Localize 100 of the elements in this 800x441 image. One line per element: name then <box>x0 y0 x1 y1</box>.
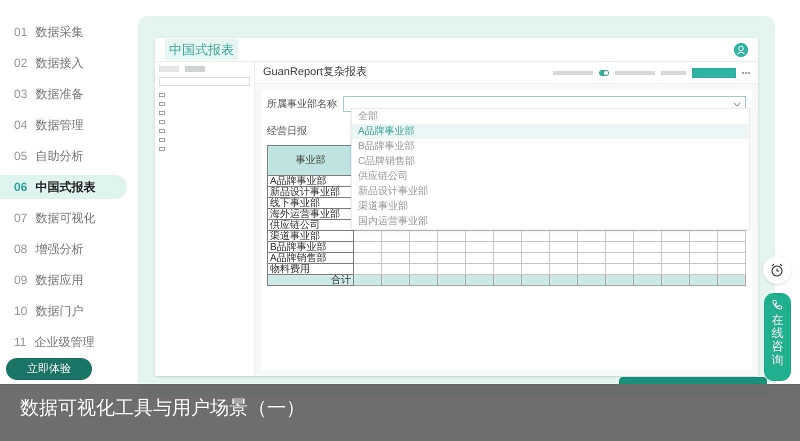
nav-item[interactable]: 03 数据准备 <box>0 82 127 106</box>
total-cell <box>690 275 718 286</box>
table-cell <box>606 253 634 264</box>
table-cell <box>382 231 410 242</box>
start-trial-button[interactable]: 立即体验 <box>6 358 92 380</box>
table-cell <box>438 242 466 253</box>
table-cell <box>718 242 746 253</box>
new-report-button[interactable] <box>692 68 736 78</box>
total-cell <box>438 275 466 286</box>
dropdown-option[interactable]: C品牌销售部 <box>352 154 749 169</box>
nav-item[interactable]: 11 企业级管理 <box>0 330 127 354</box>
total-cell <box>522 275 550 286</box>
dropdown-option[interactable]: A品牌事业部 <box>352 124 749 139</box>
total-cell <box>466 275 494 286</box>
nav-item[interactable]: 01 数据采集 <box>0 20 127 44</box>
total-label: 合计 <box>268 275 354 286</box>
table-cell <box>550 231 578 242</box>
table-cell <box>410 253 438 264</box>
table-cell <box>690 231 718 242</box>
table-cell <box>382 242 410 253</box>
nav-item[interactable]: 04 数据管理 <box>0 113 127 137</box>
table-cell <box>578 231 606 242</box>
table-cell <box>354 231 382 242</box>
total-cell <box>410 275 438 286</box>
total-cell <box>718 275 746 286</box>
toolbar-item[interactable] <box>553 70 593 74</box>
table-cell <box>634 253 662 264</box>
toggle-switch[interactable] <box>599 70 609 76</box>
total-cell <box>662 275 690 286</box>
app-title: 中国式报表 <box>165 38 238 60</box>
table-cell: A品牌销售部 <box>268 253 354 264</box>
dropdown-option[interactable]: B品牌事业部 <box>352 139 749 154</box>
panel-tab[interactable] <box>159 66 179 72</box>
table-header-cell: 事业部 <box>268 146 354 176</box>
total-cell <box>382 275 410 286</box>
table-cell <box>522 242 550 253</box>
caption-text: 数据可视化工具与用户场景（一） <box>20 397 305 422</box>
table-cell <box>662 242 690 253</box>
table-cell: 渠道事业部 <box>268 231 354 242</box>
table-cell <box>634 242 662 253</box>
dropdown-option[interactable]: 全部 <box>352 109 749 124</box>
table-cell <box>718 231 746 242</box>
dropdown-option[interactable]: 新品设计事业部 <box>352 184 749 199</box>
table-cell <box>690 242 718 253</box>
table-cell <box>550 253 578 264</box>
panel-tab[interactable] <box>185 66 205 72</box>
table-cell <box>522 231 550 242</box>
nav-item[interactable]: 08 增强分析 <box>0 237 127 261</box>
table-cell <box>494 253 522 264</box>
table-cell <box>494 242 522 253</box>
table-cell <box>410 242 438 253</box>
total-cell <box>578 275 606 286</box>
table-cell <box>690 253 718 264</box>
nav-item[interactable]: 05 自助分析 <box>0 144 127 168</box>
nav-item[interactable]: 09 数据应用 <box>0 268 127 292</box>
chevron-down-icon <box>733 102 741 106</box>
total-cell <box>494 275 522 286</box>
table-cell <box>382 253 410 264</box>
toolbar-item[interactable] <box>615 70 655 74</box>
nav-item[interactable]: 10 数据门户 <box>0 299 127 323</box>
alarm-clock-icon[interactable] <box>763 256 791 284</box>
table-cell <box>494 231 522 242</box>
report-heading: 经营日报 <box>267 124 307 139</box>
table-cell <box>466 231 494 242</box>
table-cell <box>466 242 494 253</box>
total-cell <box>550 275 578 286</box>
nav-item[interactable]: 07 数据可视化 <box>0 206 127 230</box>
table-cell <box>606 231 634 242</box>
table-cell <box>578 242 606 253</box>
tree-search-field[interactable] <box>159 77 250 86</box>
table-cell <box>550 242 578 253</box>
dropdown-option[interactable]: 国内运营事业部 <box>352 214 749 229</box>
table-cell <box>410 231 438 242</box>
table-cell <box>578 253 606 264</box>
table-cell <box>606 242 634 253</box>
table-cell <box>438 231 466 242</box>
table-cell <box>662 231 690 242</box>
table-cell <box>438 253 466 264</box>
total-cell <box>634 275 662 286</box>
filter-label: 所属事业部名称 <box>267 98 337 112</box>
nav-item[interactable]: 02 数据接入 <box>0 51 127 75</box>
report-title: GuanReport复杂报表 <box>263 65 367 80</box>
phone-icon <box>772 299 783 310</box>
floating-banner[interactable] <box>619 377 767 384</box>
total-cell <box>606 275 634 286</box>
dropdown-option[interactable]: 供应链公司 <box>352 169 749 184</box>
table-cell <box>354 253 382 264</box>
total-cell <box>354 275 382 286</box>
table-cell <box>634 231 662 242</box>
dropdown-option[interactable]: 渠道事业部 <box>352 199 749 214</box>
online-consult-tab[interactable]: 在线咨询 <box>764 293 791 381</box>
table-cell <box>662 253 690 264</box>
user-avatar-icon[interactable] <box>734 42 748 56</box>
table-cell: B品牌事业部 <box>268 242 354 253</box>
table-cell <box>354 242 382 253</box>
toolbar-item[interactable] <box>661 70 686 74</box>
table-cell <box>466 253 494 264</box>
nav-item[interactable]: 06 中国式报表 <box>0 175 127 199</box>
online-consult-label: 在线咨询 <box>772 314 784 367</box>
table-cell <box>522 253 550 264</box>
